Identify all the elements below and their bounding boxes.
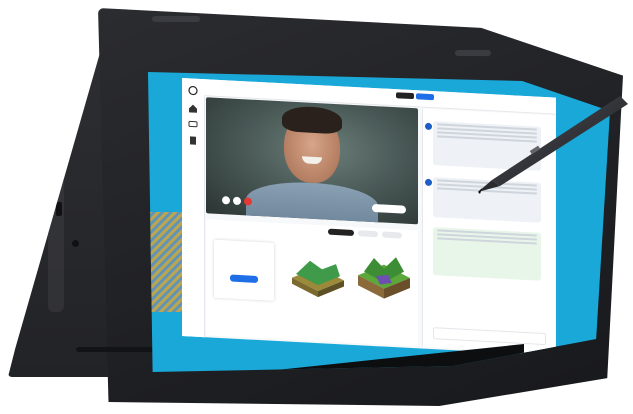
header-button[interactable]: [396, 92, 414, 100]
lid-bottom-bar: [76, 347, 156, 352]
chat-icon[interactable]: [188, 116, 198, 128]
logo-icon: [188, 82, 198, 96]
person-shirt: [246, 179, 378, 225]
camera-button[interactable]: [233, 196, 241, 206]
wallpaper-strip: [148, 212, 182, 312]
video-call-feed: [206, 97, 418, 225]
terrain-model-image[interactable]: [354, 245, 414, 306]
lesson-materials: [206, 219, 418, 347]
chat-input[interactable]: [433, 327, 546, 346]
end-call-button[interactable]: [244, 197, 252, 206]
photo-laptop-tent-mode: ← ○ ▭: [0, 0, 633, 414]
chat-message: [433, 227, 541, 281]
avatar: [425, 178, 432, 187]
card-title: [214, 254, 274, 257]
material-card[interactable]: [214, 239, 274, 301]
terrain-model-image[interactable]: [288, 242, 348, 303]
person-hair: [282, 105, 342, 135]
stylus-pen: [478, 96, 628, 194]
tab-2[interactable]: [358, 230, 378, 238]
mute-button[interactable]: [222, 196, 230, 205]
tab-1[interactable]: [328, 228, 354, 237]
base-rubber-strip: [48, 62, 64, 312]
audio-port: [56, 202, 62, 216]
camera-dot: [72, 240, 79, 247]
lesson-button[interactable]: [372, 203, 406, 214]
card-button[interactable]: [230, 274, 258, 283]
hinge: [152, 16, 200, 22]
avatar: [425, 122, 432, 131]
usb-port: [56, 142, 62, 156]
hinge: [455, 50, 491, 56]
usb-port: [56, 172, 62, 186]
app-left-nav: [182, 78, 205, 338]
book-icon[interactable]: [188, 132, 198, 145]
header-button[interactable]: [416, 93, 434, 101]
home-icon[interactable]: [188, 100, 198, 113]
tab-3[interactable]: [382, 231, 402, 239]
